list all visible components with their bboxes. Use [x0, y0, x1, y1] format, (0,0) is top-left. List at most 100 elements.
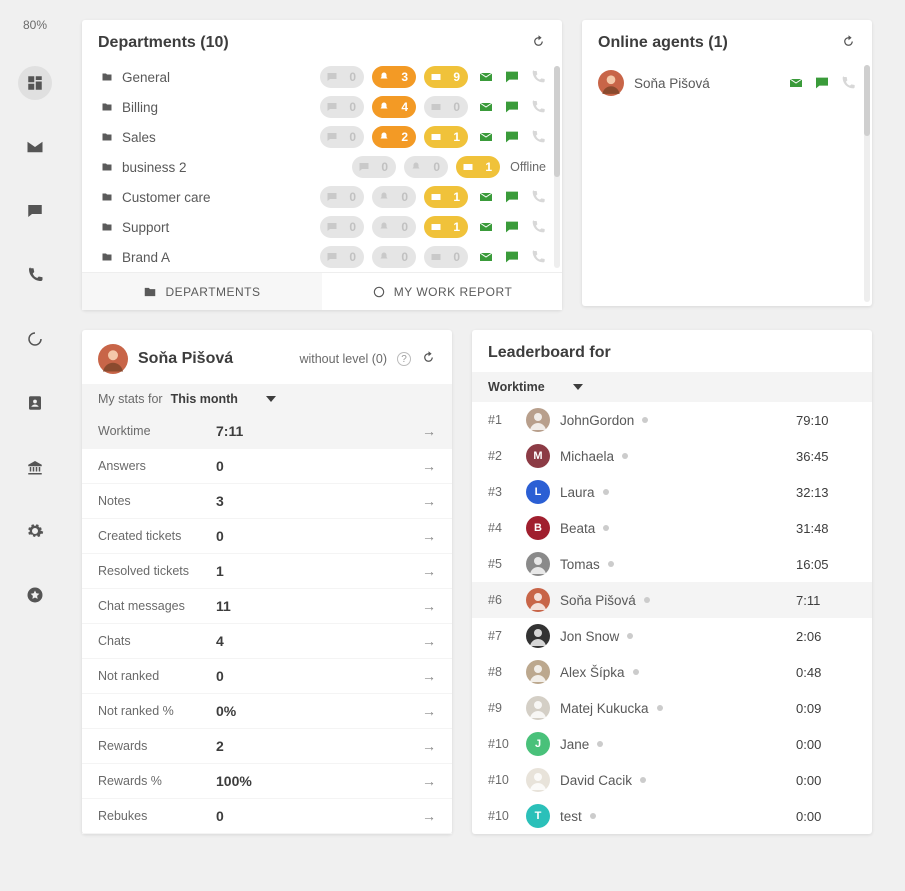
leaderboard-row[interactable]: #5 Tomas 16:05 [472, 546, 872, 582]
loading-icon[interactable] [18, 322, 52, 356]
chat-icon[interactable] [504, 189, 520, 205]
department-row[interactable]: Brand A 0 0 0 [82, 242, 562, 272]
mail-icon[interactable] [478, 189, 494, 205]
scrollbar[interactable] [864, 65, 870, 302]
phone-icon[interactable] [530, 189, 546, 205]
leaderboard-row[interactable]: #3 L Laura 32:13 [472, 474, 872, 510]
stat-row[interactable]: Not ranked % 0% → [82, 694, 452, 729]
department-row[interactable]: Customer care 0 0 1 [82, 182, 562, 212]
department-row[interactable]: business 2 0 0 1 Offline [82, 152, 562, 182]
refresh-icon[interactable] [841, 34, 856, 52]
stat-row[interactable]: Resolved tickets 1 → [82, 554, 452, 589]
star-icon[interactable] [18, 578, 52, 612]
chat-count-pill[interactable]: 0 [320, 66, 364, 88]
phone-icon[interactable] [530, 129, 546, 145]
leaderboard-row[interactable]: #8 Alex Šípka 0:48 [472, 654, 872, 690]
stat-value: 11 [216, 598, 422, 614]
bank-icon[interactable] [18, 450, 52, 484]
leaderboard-row[interactable]: #9 Matej Kukucka 0:09 [472, 690, 872, 726]
stat-row[interactable]: Rewards % 100% → [82, 764, 452, 799]
dashboard-icon[interactable] [18, 66, 52, 100]
chat-icon[interactable] [18, 194, 52, 228]
alert-count-pill[interactable]: 3 [372, 66, 416, 88]
chat-count-pill[interactable]: 0 [320, 246, 364, 268]
mail-count-pill[interactable]: 1 [456, 156, 500, 178]
department-row[interactable]: Billing 0 4 0 [82, 92, 562, 122]
stat-row[interactable]: Chat messages 11 → [82, 589, 452, 624]
alert-count-pill[interactable]: 0 [372, 186, 416, 208]
chat-icon[interactable] [504, 219, 520, 235]
department-row[interactable]: Sales 0 2 1 [82, 122, 562, 152]
tab-my-work-report[interactable]: MY WORK REPORT [322, 273, 562, 310]
department-row[interactable]: General 0 3 9 [82, 62, 562, 92]
mail-count-pill[interactable]: 0 [424, 96, 468, 118]
leaderboard-row[interactable]: #1 JohnGordon 79:10 [472, 402, 872, 438]
refresh-icon[interactable] [421, 350, 436, 368]
mail-icon[interactable] [478, 129, 494, 145]
mail-icon[interactable] [478, 249, 494, 265]
stat-label: Answers [98, 459, 216, 473]
mail-icon[interactable] [788, 75, 804, 91]
settings-icon[interactable] [18, 514, 52, 548]
help-icon[interactable]: ? [397, 352, 411, 366]
leaderboard-row[interactable]: #2 M Michaela 36:45 [472, 438, 872, 474]
stat-row[interactable]: Worktime 7:11 → [82, 414, 452, 449]
leaderboard-metric-dropdown[interactable]: Worktime [488, 380, 583, 394]
leaderboard-row[interactable]: #4 B Beata 31:48 [472, 510, 872, 546]
leaderboard-row[interactable]: #10 T test 0:00 [472, 798, 872, 834]
phone-icon[interactable] [18, 258, 52, 292]
stat-row[interactable]: Not ranked 0 → [82, 659, 452, 694]
chat-icon[interactable] [504, 249, 520, 265]
chat-icon[interactable] [504, 129, 520, 145]
chat-icon[interactable] [504, 99, 520, 115]
stats-period-dropdown[interactable]: This month [171, 392, 276, 406]
leaderboard-row[interactable]: #7 Jon Snow 2:06 [472, 618, 872, 654]
mail-icon[interactable] [478, 219, 494, 235]
stat-label: Chats [98, 634, 216, 648]
refresh-icon[interactable] [531, 34, 546, 52]
phone-icon[interactable] [530, 249, 546, 265]
leaderboard-row[interactable]: #6 Soňa Pišová 7:11 [472, 582, 872, 618]
scrollbar-thumb[interactable] [554, 66, 560, 177]
tab-label: MY WORK REPORT [394, 285, 513, 299]
mail-icon[interactable] [18, 130, 52, 164]
chat-icon[interactable] [504, 69, 520, 85]
agent-row[interactable]: Soňa Pišová [582, 62, 872, 104]
scrollbar-thumb[interactable] [864, 65, 870, 136]
contacts-icon[interactable] [18, 386, 52, 420]
mail-icon[interactable] [478, 69, 494, 85]
mail-count-pill[interactable]: 1 [424, 186, 468, 208]
chat-count-pill[interactable]: 0 [320, 216, 364, 238]
mail-count-pill[interactable]: 1 [424, 126, 468, 148]
stat-row[interactable]: Rebukes 0 → [82, 799, 452, 834]
chat-count-pill[interactable]: 0 [320, 96, 364, 118]
chat-count-pill[interactable]: 0 [352, 156, 396, 178]
mail-icon[interactable] [478, 99, 494, 115]
alert-count-pill[interactable]: 0 [372, 246, 416, 268]
stat-row[interactable]: Chats 4 → [82, 624, 452, 659]
leaderboard-row[interactable]: #10 J Jane 0:00 [472, 726, 872, 762]
stat-row[interactable]: Created tickets 0 → [82, 519, 452, 554]
chat-icon[interactable] [814, 75, 830, 91]
mail-count-pill[interactable]: 1 [424, 216, 468, 238]
leaderboard-name: Soňa Pišová [560, 593, 786, 608]
alert-count-pill[interactable]: 0 [372, 216, 416, 238]
alert-count-pill[interactable]: 0 [404, 156, 448, 178]
phone-icon[interactable] [530, 69, 546, 85]
phone-icon[interactable] [840, 75, 856, 91]
phone-icon[interactable] [530, 99, 546, 115]
chat-count-pill[interactable]: 0 [320, 126, 364, 148]
stat-row[interactable]: Rewards 2 → [82, 729, 452, 764]
department-row[interactable]: Support 0 0 1 [82, 212, 562, 242]
phone-icon[interactable] [530, 219, 546, 235]
alert-count-pill[interactable]: 2 [372, 126, 416, 148]
scrollbar[interactable] [554, 66, 560, 268]
chat-count-pill[interactable]: 0 [320, 186, 364, 208]
mail-count-pill[interactable]: 0 [424, 246, 468, 268]
stat-row[interactable]: Notes 3 → [82, 484, 452, 519]
alert-count-pill[interactable]: 4 [372, 96, 416, 118]
tab-departments[interactable]: DEPARTMENTS [82, 273, 322, 310]
stat-row[interactable]: Answers 0 → [82, 449, 452, 484]
leaderboard-row[interactable]: #10 David Cacik 0:00 [472, 762, 872, 798]
mail-count-pill[interactable]: 9 [424, 66, 468, 88]
